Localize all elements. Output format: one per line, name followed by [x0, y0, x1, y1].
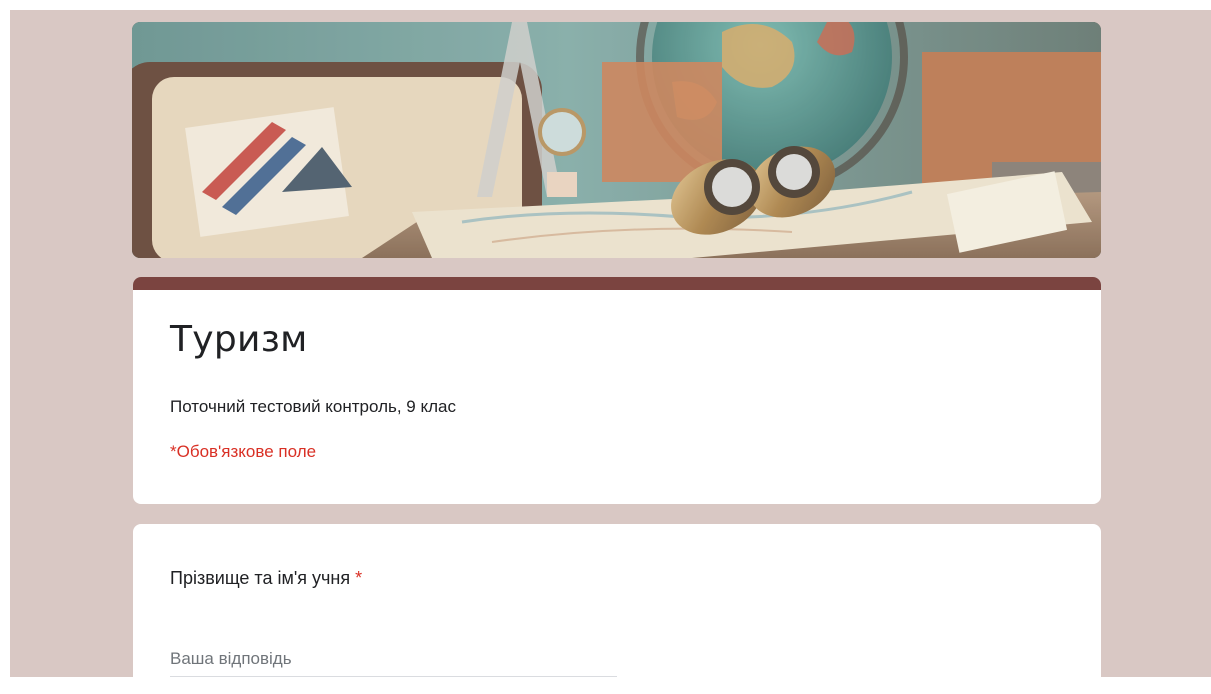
card-accent-bar	[133, 277, 1101, 290]
header-image	[132, 22, 1101, 258]
required-asterisk: *	[355, 568, 363, 588]
question-title: Прізвище та ім'я учня *	[170, 568, 362, 589]
travel-header-illustration	[132, 22, 1101, 258]
required-field-note: *Обов'язкове поле	[170, 442, 317, 461]
form-description: Поточний тестовий контроль, 9 клас	[170, 397, 456, 416]
question-label: Прізвище та ім'я учня	[170, 568, 351, 588]
form-title: Туризм	[170, 319, 308, 360]
answer-input[interactable]	[170, 642, 617, 677]
form-header-card: Туризм Поточний тестовий контроль, 9 кла…	[133, 277, 1101, 504]
question-card: Прізвище та ім'я учня *	[133, 524, 1101, 694]
